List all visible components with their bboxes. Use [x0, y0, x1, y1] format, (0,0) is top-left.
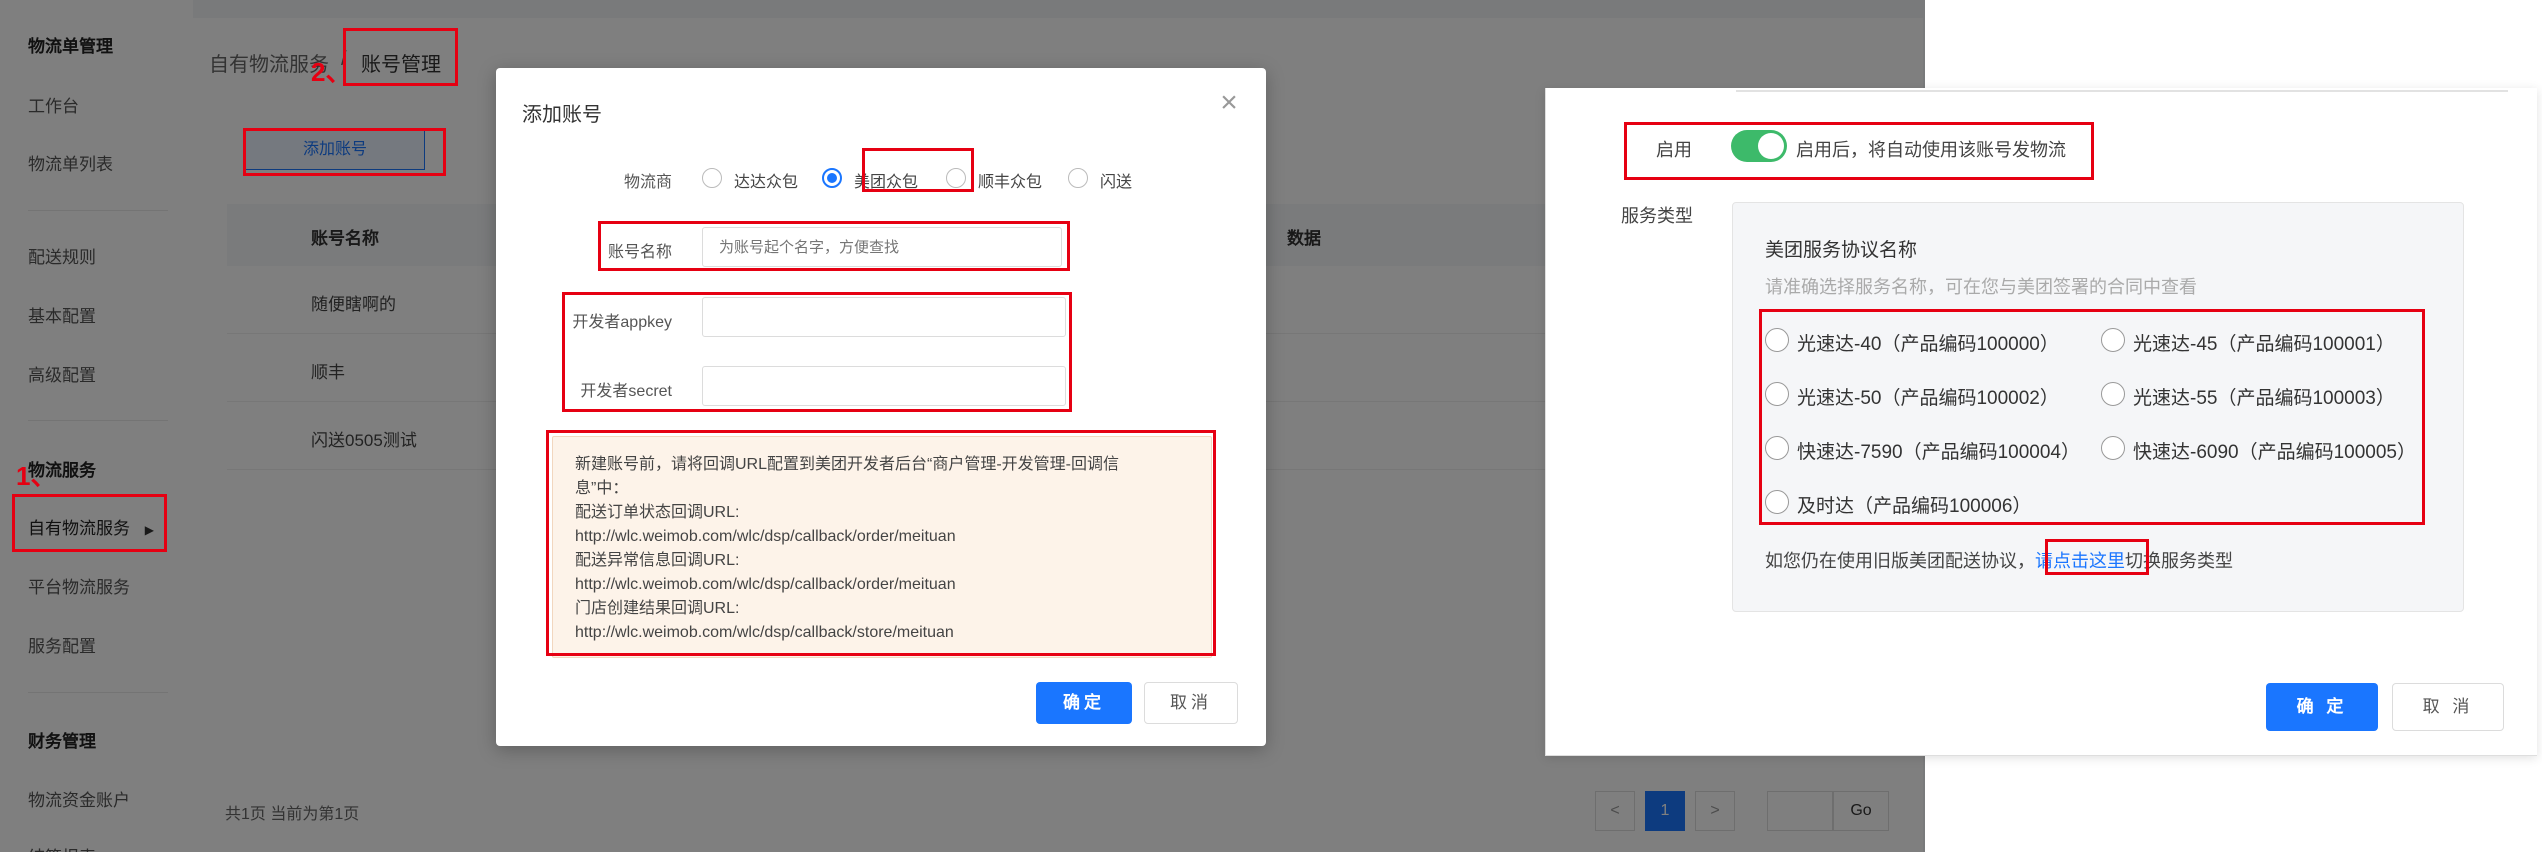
enable-label: 启用: [1656, 140, 1692, 160]
option-label[interactable]: 快速达-7590（产品编码100004）: [1797, 437, 2080, 464]
radio-meituan[interactable]: [822, 168, 842, 188]
radio-option-100001[interactable]: [2101, 328, 2125, 352]
carrier-label: 物流商: [623, 174, 672, 191]
secret-input[interactable]: [702, 366, 1066, 406]
radio-label-shansong[interactable]: 闪送: [1100, 168, 1132, 192]
panel-top-divider: [1736, 88, 2508, 92]
option-label[interactable]: 光速达-40（产品编码100000）: [1797, 329, 2059, 356]
appkey-input[interactable]: [702, 297, 1066, 337]
radio-option-100004[interactable]: [1765, 436, 1789, 460]
radio-label-meituan[interactable]: 美团众包: [854, 168, 918, 192]
panel-ok-button[interactable]: 确 定: [2266, 683, 2378, 731]
option-label[interactable]: 快速达-6090（产品编码100005）: [2133, 437, 2416, 464]
service-type-label: 服务类型: [1621, 206, 1693, 226]
radio-sf[interactable]: [946, 168, 966, 188]
radio-label-dada[interactable]: 达达众包: [734, 168, 798, 192]
option-label[interactable]: 光速达-45（产品编码100001）: [2133, 329, 2395, 356]
radio-option-100002[interactable]: [1765, 382, 1789, 406]
modal-title: 添加账号: [522, 104, 602, 126]
service-config-panel: 启用 启用后，将自动使用该账号发物流 服务类型 美团服务协议名称 请准确选择服务…: [1545, 88, 2537, 756]
radio-option-100003[interactable]: [2101, 382, 2125, 406]
service-type-box: 美团服务协议名称 请准确选择服务名称，可在您与美团签署的合同中查看 光速达-40…: [1732, 202, 2464, 612]
agreement-title: 美团服务协议名称: [1765, 240, 1918, 261]
radio-option-100000[interactable]: [1765, 328, 1789, 352]
option-label[interactable]: 及时达（产品编码100006）: [1797, 491, 2031, 518]
notice-line: http://wlc.weimob.com/wlc/dsp/callback/o…: [575, 576, 956, 593]
agreement-hint: 请准确选择服务名称，可在您与美团签署的合同中查看: [1765, 277, 2197, 297]
radio-label-sf[interactable]: 顺丰众包: [978, 168, 1042, 192]
legacy-switch-suffix: 切换服务类型: [2125, 551, 2233, 571]
notice-line: 门店创建结果回调URL:: [575, 600, 740, 617]
option-label[interactable]: 光速达-50（产品编码100002）: [1797, 383, 2059, 410]
radio-dada[interactable]: [702, 168, 722, 188]
legacy-switch-prefix: 如您仍在使用旧版美团配送协议，: [1765, 551, 2035, 571]
radio-option-100005[interactable]: [2101, 436, 2125, 460]
secret-label: 开发者secret: [580, 383, 672, 400]
modal-cancel-button[interactable]: 取消: [1144, 682, 1238, 724]
radio-option-100006[interactable]: [1765, 490, 1789, 514]
panel-cancel-button[interactable]: 取 消: [2392, 683, 2504, 731]
annotation-step-1: 1、: [16, 461, 57, 491]
radio-shansong[interactable]: [1068, 168, 1088, 188]
add-account-modal: 添加账号 × 物流商 达达众包 美团众包 顺丰众包 闪送 账号名称 开发者app…: [496, 68, 1266, 746]
callback-notice: 新建账号前，请将回调URL配置到美团开发者后台“商户管理-开发管理-回调信 息”…: [552, 436, 1212, 658]
account-name-label: 账号名称: [607, 244, 672, 261]
legacy-switch-link[interactable]: 请点击这里: [2035, 551, 2125, 571]
notice-line: 息”中：: [575, 480, 629, 497]
notice-line: 配送异常信息回调URL:: [575, 552, 740, 569]
enable-toggle[interactable]: [1731, 130, 1787, 162]
notice-line: http://wlc.weimob.com/wlc/dsp/callback/s…: [575, 624, 954, 641]
legacy-switch-line: 如您仍在使用旧版美团配送协议，请点击这里切换服务类型: [1765, 547, 2233, 573]
modal-ok-button[interactable]: 确定: [1036, 682, 1132, 724]
annotation-step-2: 2、: [311, 57, 352, 87]
notice-line: 配送订单状态回调URL:: [575, 504, 740, 521]
close-icon[interactable]: ×: [1214, 88, 1244, 118]
notice-line: 新建账号前，请将回调URL配置到美团开发者后台“商户管理-开发管理-回调信: [575, 456, 1119, 473]
notice-line: http://wlc.weimob.com/wlc/dsp/callback/o…: [575, 528, 956, 545]
enable-description: 启用后，将自动使用该账号发物流: [1796, 140, 2066, 160]
appkey-label: 开发者appkey: [572, 314, 672, 331]
account-name-input[interactable]: [702, 227, 1062, 267]
option-label[interactable]: 光速达-55（产品编码100003）: [2133, 383, 2395, 410]
